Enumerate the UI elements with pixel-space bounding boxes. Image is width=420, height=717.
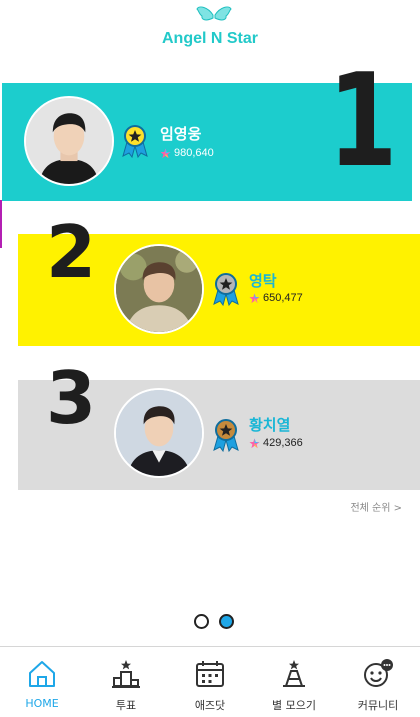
bronze-medal-icon xyxy=(213,419,239,452)
pager-dot-2[interactable] xyxy=(219,614,234,629)
decorative-line xyxy=(0,200,2,248)
rank-number-2: 2 xyxy=(46,210,97,294)
pager-dot-1[interactable] xyxy=(194,614,209,629)
nav-label-collect-stars: 별 모으기 xyxy=(272,699,316,712)
collect-stars-icon xyxy=(283,660,305,687)
app-title: Angel N Star xyxy=(161,30,258,47)
angel-wings-logo-icon xyxy=(196,6,232,21)
vote-score-rank-3: 429,366 xyxy=(249,437,303,449)
artist-name-rank-3: 황치열 xyxy=(249,416,291,434)
artist-photo-icon xyxy=(116,390,202,476)
artist-photo-icon xyxy=(26,98,112,184)
nav-item-collect-stars[interactable]: 별 모으기 xyxy=(252,647,336,717)
nav-label-vote: 투표 xyxy=(115,699,137,712)
vote-count: 650,477 xyxy=(263,292,303,304)
nav-item-adsdot[interactable]: 애즈닷 xyxy=(168,647,252,717)
calendar-icon xyxy=(196,661,224,687)
nav-label-home: HOME xyxy=(25,697,59,710)
vote-count: 429,366 xyxy=(263,437,303,449)
nav-item-community[interactable]: 커뮤니티 xyxy=(336,647,420,717)
vote-icon xyxy=(112,660,140,688)
colorful-star-icon xyxy=(249,292,260,303)
home-icon xyxy=(29,661,55,687)
vote-score-rank-2: 650,477 xyxy=(249,292,303,304)
avatar-rank-1[interactable] xyxy=(24,96,114,186)
vote-count: 980,640 xyxy=(174,147,214,159)
silver-medal-icon xyxy=(213,273,239,306)
bottom-nav: HOME 투표 애즈닷 별 모으기 커뮤니티 xyxy=(0,646,420,717)
artist-name-rank-2: 영탁 xyxy=(249,272,277,290)
avatar-rank-2[interactable] xyxy=(114,244,204,334)
artist-photo-icon xyxy=(116,246,202,332)
vote-score-rank-1: 980,640 xyxy=(160,147,214,159)
community-icon xyxy=(364,659,393,687)
nav-label-community: 커뮤니티 xyxy=(357,699,399,712)
gold-medal-icon xyxy=(122,125,148,158)
colorful-star-icon xyxy=(249,437,260,448)
nav-item-vote[interactable]: 투표 xyxy=(84,647,168,717)
rank-number-1: 1 xyxy=(328,47,398,196)
avatar-rank-3[interactable] xyxy=(114,388,204,478)
carousel-pager xyxy=(194,614,234,629)
colorful-star-icon xyxy=(160,147,171,158)
full-ranking-link[interactable]: 전체 순위 > xyxy=(350,499,402,514)
nav-label-adsdot: 애즈닷 xyxy=(194,699,226,712)
nav-item-home[interactable]: HOME xyxy=(0,647,84,717)
artist-name-rank-1: 임영웅 xyxy=(160,125,202,143)
rank-number-3: 3 xyxy=(46,356,97,440)
